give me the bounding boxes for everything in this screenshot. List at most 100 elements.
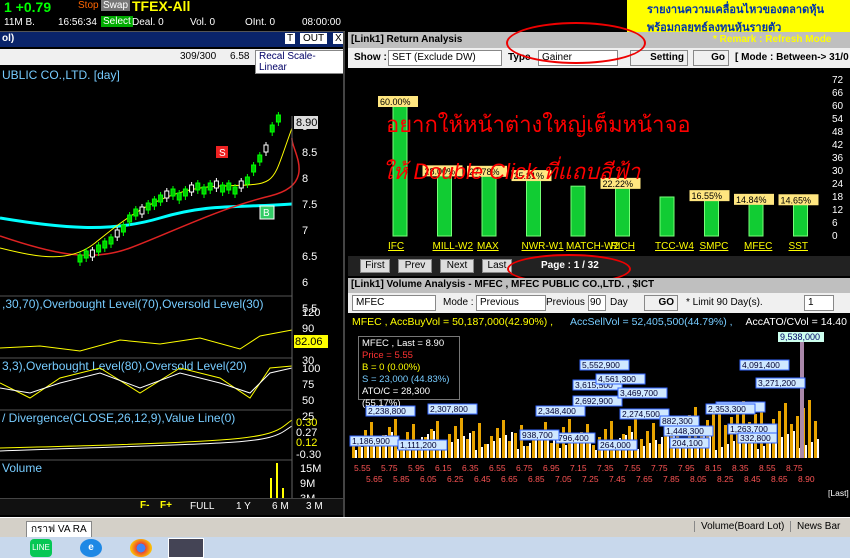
go-button[interactable]: Go xyxy=(693,50,729,66)
return-category-label: SST xyxy=(789,241,808,252)
volume-bar-buy xyxy=(466,439,469,458)
left-title-bar[interactable]: ol) T OUT X xyxy=(0,32,343,47)
return-bar-label: 60.00% xyxy=(380,97,411,107)
symbol-input[interactable]: MFEC xyxy=(352,295,436,311)
volume-bar-buy xyxy=(592,445,595,458)
app-window-icon[interactable] xyxy=(168,538,204,558)
volume-bar-sell xyxy=(781,437,783,458)
return-bar-label: 14.65% xyxy=(781,195,812,205)
volume-label: 3,469,700 xyxy=(620,388,658,398)
volume-bar-buy xyxy=(634,418,637,458)
candle-body xyxy=(114,229,120,238)
volume-title-bar[interactable]: [Link1] Volume Analysis - MFEC , MFEC PU… xyxy=(348,278,850,293)
price-tick-lower: 7.25 xyxy=(582,474,599,484)
close-button[interactable]: X xyxy=(333,33,343,44)
volume-bar-sell xyxy=(565,445,567,458)
select-button[interactable]: Select xyxy=(101,16,133,27)
line-app-icon[interactable]: LINE xyxy=(30,539,52,557)
price-tick-lower: 8.65 xyxy=(771,474,788,484)
first-button[interactable]: First xyxy=(360,259,390,273)
overlay-text-2: ให้ Double Click ที่แถบสีฟ้า xyxy=(382,159,641,184)
zoom-f2-icon[interactable]: F+ xyxy=(160,500,172,511)
period-full[interactable]: FULL xyxy=(190,501,214,512)
price-axis-tick: 6.5 xyxy=(302,251,317,263)
return-axis-tick: 12 xyxy=(832,205,844,216)
volume-bar-sell xyxy=(529,443,531,458)
return-bar xyxy=(793,203,808,237)
news-bar-label[interactable]: News Bar xyxy=(790,521,840,532)
period-6m[interactable]: 6 M xyxy=(272,501,289,512)
volume-label: 264,000 xyxy=(600,440,631,450)
candle-body xyxy=(269,124,275,133)
stop-label[interactable]: Stop xyxy=(78,0,99,11)
return-bar xyxy=(659,196,675,237)
candle-body xyxy=(102,240,108,249)
candle-body xyxy=(257,154,263,163)
price-tick-lower: 8.90 xyxy=(798,474,815,484)
volume-bar-buy xyxy=(490,436,493,458)
volume-label: 4,561,300 xyxy=(598,374,636,384)
previous-input[interactable]: 90 xyxy=(588,295,606,311)
volume-bar-buy xyxy=(664,436,667,458)
tab-va-ra[interactable]: กราฟ VA RA xyxy=(26,521,92,538)
period-1y[interactable]: 1 Y xyxy=(236,501,251,512)
volume-bar-sell xyxy=(535,440,537,458)
price-tick-lower: 8.25 xyxy=(717,474,734,484)
price-tick-lower: 7.65 xyxy=(636,474,653,484)
price-tick-upper: 6.15 xyxy=(435,463,452,473)
volume-bar-sell xyxy=(451,442,453,458)
volume-label: 938,700 xyxy=(522,430,553,440)
period-3m[interactable]: 3 M xyxy=(306,501,323,512)
volume-bar-buy xyxy=(484,444,487,458)
ticker-change: 1 +0.79 xyxy=(4,0,52,15)
t-button[interactable]: T xyxy=(285,33,296,44)
setting-button[interactable]: Setting xyxy=(630,50,688,66)
volume-axis-tick: 15M xyxy=(300,463,321,475)
return-category-label: IFC xyxy=(388,241,404,252)
return-category-label: NWR-W1 xyxy=(522,241,565,252)
volume-bar-sell xyxy=(733,441,735,458)
out-button[interactable]: OUT xyxy=(300,33,328,44)
chart-svg: 98.587.576.565.58.90SB,30,70),Overbought… xyxy=(0,112,328,508)
volume-label: 204,100 xyxy=(672,438,703,448)
show-select[interactable]: SET (Exclude DW) xyxy=(388,50,502,66)
volume-label: 882,300 xyxy=(662,416,693,426)
pane-label: ,30,70),Overbought Level(70),Oversold Le… xyxy=(2,297,263,311)
volume-analysis-panel[interactable]: [Link1] Volume Analysis - MFEC , MFEC PU… xyxy=(348,278,850,517)
candle-body xyxy=(89,249,95,258)
volume-label: 5,552,900 xyxy=(582,360,620,370)
return-axis-tick: 30 xyxy=(832,166,844,177)
volume-label: 1,448,300 xyxy=(666,426,704,436)
page-input[interactable]: 1 xyxy=(804,295,834,311)
price-tick-lower: 8.45 xyxy=(744,474,761,484)
return-analysis-panel[interactable]: [Link1] Return Analysis * Remark : Refre… xyxy=(348,32,850,276)
candle-body xyxy=(182,188,188,197)
price-chart-panel[interactable]: ol) T OUT X 309/300 6.58 Recal Scale-Lin… xyxy=(0,32,345,517)
candle-body xyxy=(133,208,139,217)
zoom-f-icon[interactable]: F- xyxy=(140,500,149,511)
swap-button[interactable]: Swap xyxy=(101,0,131,11)
prev-button[interactable]: Prev xyxy=(398,259,432,273)
volume-bar-sell xyxy=(493,441,495,458)
price-tick-upper: 8.35 xyxy=(732,463,749,473)
volume-label: 2,353,300 xyxy=(708,404,746,414)
rsi-axis-tick: 90 xyxy=(302,323,314,335)
volume-board-label[interactable]: Volume(Board Lot) xyxy=(694,521,784,532)
price-tick-lower: 7.85 xyxy=(663,474,680,484)
macd-value: 0.12 xyxy=(296,437,317,449)
volume-bar-buy xyxy=(814,421,817,458)
ie-icon[interactable]: e xyxy=(80,539,102,557)
mode-select[interactable]: Previous xyxy=(476,295,546,311)
volume-bar-sell xyxy=(595,450,597,458)
next-button[interactable]: Next xyxy=(440,259,474,273)
price-tick-lower: 6.45 xyxy=(474,474,491,484)
volume-label: 2,348,400 xyxy=(538,406,576,416)
ad-banner[interactable]: รายงานความเคลื่อนไหวของตลาดหุ้น พร้อมกลย… xyxy=(627,0,850,34)
go-button-v[interactable]: GO xyxy=(644,295,678,311)
chrome-icon[interactable] xyxy=(130,539,152,557)
info-s: S = 23,000 (44.83%) xyxy=(362,374,450,385)
volume-bar-buy xyxy=(640,439,643,458)
volume-title: [Link1] Volume Analysis - MFEC , MFEC PU… xyxy=(351,279,655,290)
volume-bar-buy xyxy=(352,446,355,458)
ma-short-line xyxy=(0,127,293,258)
